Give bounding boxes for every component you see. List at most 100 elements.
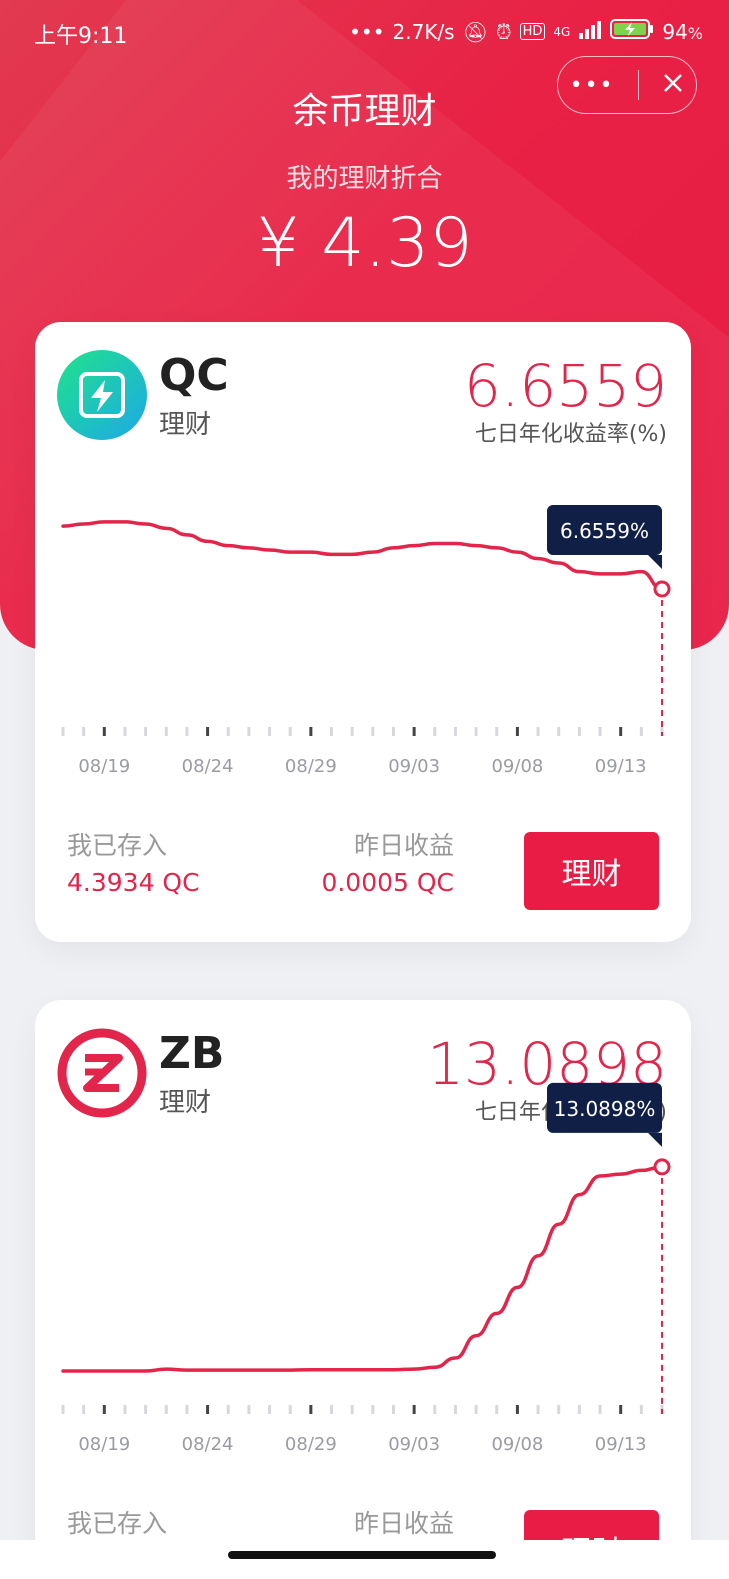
yesterday-income-label: 昨日收益 (353, 831, 454, 860)
x-tick-label: 09/03 (388, 1434, 440, 1455)
x-tick-label: 08/29 (285, 1434, 337, 1455)
x-tick-label: 08/24 (182, 756, 234, 777)
minor-tick (268, 1405, 272, 1414)
minor-tick (495, 727, 499, 736)
minor-tick (164, 1405, 168, 1414)
x-tick-label: 08/24 (182, 1434, 234, 1455)
major-tick (206, 1405, 210, 1414)
minor-tick (82, 1405, 86, 1414)
minor-tick (453, 1405, 457, 1414)
alarm-icon: ⏰︎ (496, 19, 512, 44)
minor-tick (639, 727, 643, 736)
network-speed: 2.7K/s (392, 19, 455, 44)
series-line (61, 1165, 664, 1373)
minor-tick (61, 727, 65, 736)
minor-tick (433, 1405, 437, 1414)
minor-tick (288, 1405, 292, 1414)
hd-badge: HD (519, 23, 546, 40)
highlight-point (653, 580, 671, 598)
minor-tick (371, 727, 375, 736)
minor-tick (474, 1405, 478, 1414)
qc-yield-chart: 08/19 08/24 08/29 09/03 09/08 09/13 6.6559% (61, 505, 671, 777)
page-title: 余币理财 (292, 91, 437, 132)
status-right: ••• 2.7K/s 🔕︎ ⏰︎ HD 4G 94% (349, 18, 703, 45)
battery-level: 94% (662, 19, 703, 44)
x-tick-label: 09/08 (491, 1434, 543, 1455)
minor-tick (557, 727, 561, 736)
highlight-point (653, 1158, 671, 1176)
bell-mute-icon: 🔕︎ (462, 19, 488, 44)
minor-tick (61, 1405, 65, 1414)
qc-card: QC 理财 6.6559 七日年化收益率(%) 08/19 08/24 08/29 0… (35, 322, 691, 942)
more-dots-icon: ••• (349, 19, 385, 44)
minor-tick (288, 727, 292, 736)
minor-tick (185, 1405, 189, 1414)
minor-tick (226, 1405, 230, 1414)
deposited-label: 我已存入 (67, 1509, 168, 1538)
signal-icon (578, 19, 602, 44)
tooltip-text: 13.0898% (554, 1097, 656, 1121)
minor-tick (82, 727, 86, 736)
total-label: 我的理财折合 (286, 164, 443, 194)
zb-card: ZB 理财 13.0898 七日年化收益率(%) 08/1908/2408/29… (35, 1000, 691, 1579)
minor-tick (536, 727, 540, 736)
minor-tick (123, 727, 127, 736)
minor-tick (391, 1405, 395, 1414)
minor-tick (185, 727, 189, 736)
minor-tick (577, 727, 581, 736)
major-tick (309, 727, 313, 736)
minor-tick (371, 1405, 375, 1414)
x-tick-label: 09/03 (388, 756, 440, 777)
signal-label: 4G (553, 24, 571, 39)
home-indicator[interactable] (228, 1551, 496, 1559)
major-tick (619, 727, 623, 736)
deposited-label: 我已存入 (67, 831, 168, 860)
total-value: ¥ 4.39 (256, 204, 473, 283)
major-tick (102, 1405, 106, 1414)
x-tick-label: 09/13 (595, 756, 647, 777)
minor-tick (474, 727, 478, 736)
major-tick (309, 1405, 313, 1414)
yesterday-income-value: 0.0005 QC (321, 868, 454, 897)
minor-tick (268, 727, 272, 736)
x-tick-label: 08/29 (285, 756, 337, 777)
x-tick-label: 08/19 (78, 756, 130, 777)
tooltip-pointer (648, 555, 662, 569)
yesterday-income-label: 昨日收益 (353, 1509, 454, 1538)
major-tick (102, 727, 106, 736)
minor-tick (639, 1405, 643, 1414)
minor-tick (144, 727, 148, 736)
invest-button[interactable]: 理财 (524, 832, 659, 910)
minor-tick (123, 1405, 127, 1414)
minor-tick (598, 1405, 602, 1414)
major-tick (619, 1405, 623, 1414)
minor-tick (350, 727, 354, 736)
x-tick-label: 09/13 (595, 1434, 647, 1455)
major-tick (515, 727, 519, 736)
minor-tick (247, 1405, 251, 1414)
zb-yield-chart: 08/19 08/24 08/29 09/03 09/08 09/13 13.0898% (61, 1082, 671, 1455)
minor-tick (577, 1405, 581, 1414)
minor-tick (350, 1405, 354, 1414)
x-tick-label: 09/08 (491, 756, 543, 777)
minor-tick (536, 1405, 540, 1414)
bottom-bar (0, 1540, 729, 1579)
minor-tick (247, 727, 251, 736)
minor-tick (330, 727, 334, 736)
major-tick (412, 727, 416, 736)
minor-tick (144, 1405, 148, 1414)
minor-tick (495, 1405, 499, 1414)
minor-tick (164, 727, 168, 736)
minor-tick (557, 1405, 561, 1414)
status-time: 上午9:11 (34, 24, 128, 49)
minor-tick (330, 1405, 334, 1414)
tooltip-pointer (648, 1132, 662, 1147)
major-tick (515, 1405, 519, 1414)
battery-icon (610, 18, 654, 45)
deposited-value: 4.3934 QC (67, 868, 200, 897)
minor-tick (598, 727, 602, 736)
major-tick (412, 1405, 416, 1414)
minor-tick (226, 727, 230, 736)
minor-tick (391, 727, 395, 736)
minor-tick (433, 727, 437, 736)
